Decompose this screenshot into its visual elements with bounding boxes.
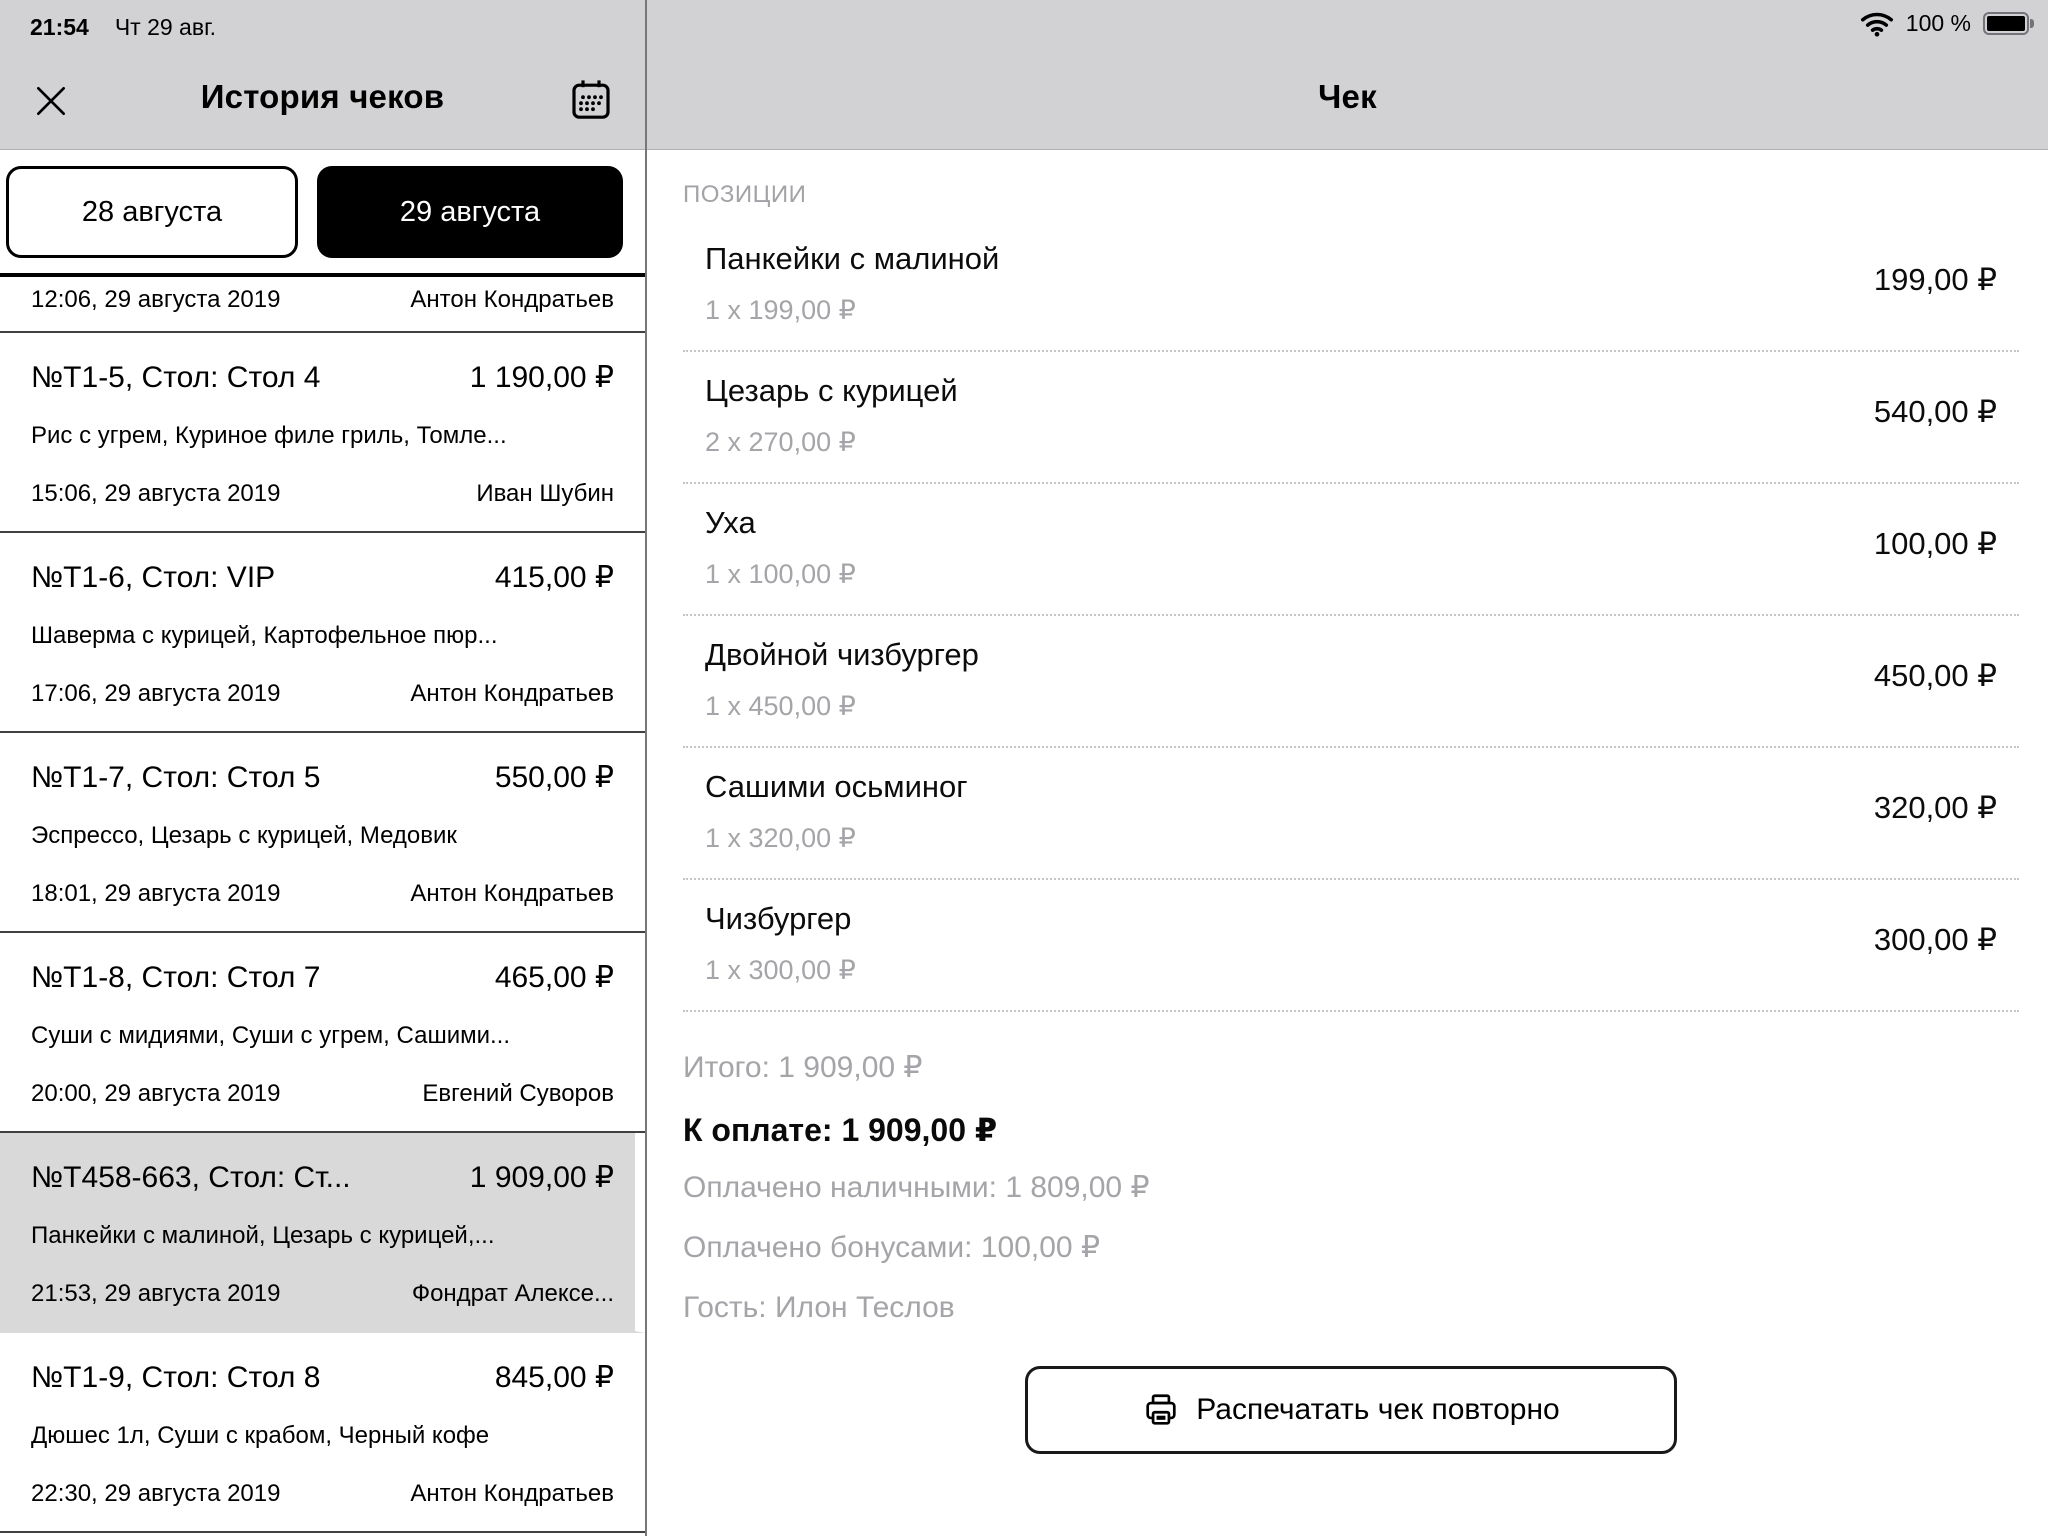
position-price: 300,00 ₽	[1874, 922, 1997, 958]
receipt-items-summary: Эспрессо, Цезарь с курицей, Медовик	[31, 821, 614, 851]
receipt-waiter: Антон Кондратьев	[410, 879, 614, 909]
receipt-items-summary: Шаверма с курицей, Картофельное пюр...	[31, 621, 614, 651]
position-row: Двойной чизбургер 1 x 450,00 ₽ 450,00 ₽	[683, 616, 2019, 748]
position-price: 450,00 ₽	[1874, 658, 1997, 694]
battery-icon	[1983, 12, 2034, 35]
receipt-waiter: Евгений Суворов	[422, 1079, 614, 1109]
receipt-time: 15:06, 29 августа 2019	[31, 479, 280, 509]
date-filter-row: 28 августа 29 августа	[0, 166, 645, 258]
receipt-waiter: Антон Кондратьев	[410, 1479, 614, 1509]
receipt-total: 1 909,00 ₽	[470, 1159, 614, 1197]
receipt-waiter: Антон Кондратьев	[410, 679, 614, 709]
receipt-row-selected[interactable]: №Т458-663, Стол: Ст... 1 909,00 ₽ Панкей…	[0, 1133, 645, 1333]
receipt-number: №Т1-9, Стол: Стол 8	[31, 1359, 320, 1397]
position-name: Чизбургер	[705, 900, 1997, 938]
position-qty: 1 x 199,00 ₽	[705, 294, 1997, 326]
receipt-time: 20:00, 29 августа 2019	[31, 1079, 280, 1109]
status-date: Чт 29 авг.	[115, 14, 216, 41]
status-time: 21:54	[30, 14, 89, 41]
receipt-history-panel: 28 августа 29 августа 12:06, 29 августа …	[0, 150, 645, 1536]
panel-divider	[645, 0, 647, 1536]
total-paid-cash: Оплачено наличными: 1 809,00 ₽	[683, 1170, 2019, 1206]
receipt-items-summary: Панкейки с малиной, Цезарь с курицей,...	[31, 1221, 614, 1251]
receipt-total: 1 190,00 ₽	[470, 359, 614, 397]
status-bar: 21:54 Чт 29 авг. 100 %	[0, 0, 2048, 54]
position-row: Цезарь с курицей 2 x 270,00 ₽ 540,00 ₽	[683, 352, 2019, 484]
receipt-time: 12:06, 29 августа 2019	[31, 285, 280, 315]
position-name: Сашими осьминог	[705, 768, 1997, 806]
receipt-detail-panel: ПОЗИЦИИ Панкейки с малиной 1 x 199,00 ₽ …	[647, 150, 2048, 1536]
position-name: Двойной чизбургер	[705, 636, 1997, 674]
receipt-items-summary: Суши с мидиями, Суши с угрем, Сашими...	[31, 1021, 614, 1051]
receipt-row-partial[interactable]: 12:06, 29 августа 2019 Антон Кондратьев	[0, 277, 645, 333]
calendar-icon[interactable]	[567, 76, 615, 124]
right-nav: Чек	[647, 54, 2048, 149]
receipt-time: 21:53, 29 августа 2019	[31, 1279, 280, 1309]
position-qty: 1 x 300,00 ₽	[705, 954, 1997, 986]
position-qty: 1 x 320,00 ₽	[705, 822, 1997, 854]
receipt-total: 845,00 ₽	[495, 1359, 614, 1397]
receipt-time: 17:06, 29 августа 2019	[31, 679, 280, 709]
receipt-row[interactable]: №Т1-9, Стол: Стол 8 845,00 ₽ Дюшес 1л, С…	[0, 1333, 645, 1533]
print-receipt-label: Распечатать чек повторно	[1196, 1393, 1559, 1427]
receipt-number: №Т458-663, Стол: Ст...	[31, 1159, 351, 1197]
receipt-number: №Т1-7, Стол: Стол 5	[31, 759, 320, 797]
position-qty: 1 x 100,00 ₽	[705, 558, 1997, 590]
receipt-waiter: Фондрат Алексе...	[412, 1279, 614, 1309]
receipt-row[interactable]: №Т1-7, Стол: Стол 5 550,00 ₽ Эспрессо, Ц…	[0, 733, 645, 933]
total-to-pay: К оплате: 1 909,00 ₽	[683, 1110, 2019, 1150]
receipt-time: 18:01, 29 августа 2019	[31, 879, 280, 909]
top-header: 21:54 Чт 29 авг. 100 %	[0, 0, 2048, 150]
positions-section-label: ПОЗИЦИИ	[683, 180, 2019, 210]
position-price: 100,00 ₽	[1874, 526, 1997, 562]
receipt-number: №Т1-6, Стол: VIP	[31, 559, 275, 597]
receipt-total: 415,00 ₽	[495, 559, 614, 597]
positions-list: Панкейки с малиной 1 x 199,00 ₽ 199,00 ₽…	[683, 220, 2019, 1012]
receipt-row[interactable]: №Т1-5, Стол: Стол 4 1 190,00 ₽ Рис с угр…	[0, 333, 645, 533]
date-filter-28[interactable]: 28 августа	[6, 166, 298, 258]
receipt-row[interactable]: №Т1-6, Стол: VIP 415,00 ₽ Шаверма с кури…	[0, 533, 645, 733]
receipt-row[interactable]: №Т1-8, Стол: Стол 7 465,00 ₽ Суши с миди…	[0, 933, 645, 1133]
position-price: 320,00 ₽	[1874, 790, 1997, 826]
print-receipt-button[interactable]: Распечатать чек повторно	[1025, 1366, 1677, 1454]
position-row: Панкейки с малиной 1 x 199,00 ₽ 199,00 ₽	[683, 220, 2019, 352]
total-paid-bonus: Оплачено бонусами: 100,00 ₽	[683, 1230, 2019, 1266]
right-panel-title: Чек	[647, 78, 2048, 116]
position-price: 199,00 ₽	[1874, 262, 1997, 298]
total-subtotal: Итого: 1 909,00 ₽	[683, 1050, 2019, 1086]
receipt-total: 465,00 ₽	[495, 959, 614, 997]
position-qty: 2 x 270,00 ₽	[705, 426, 1997, 458]
receipt-total: 550,00 ₽	[495, 759, 614, 797]
receipt-time: 22:30, 29 августа 2019	[31, 1479, 280, 1509]
receipt-waiter: Антон Кондратьев	[410, 285, 614, 315]
date-filter-29[interactable]: 29 августа	[317, 166, 623, 258]
position-qty: 1 x 450,00 ₽	[705, 690, 1997, 722]
position-row: Уха 1 x 100,00 ₽ 100,00 ₽	[683, 484, 2019, 616]
receipt-totals: Итого: 1 909,00 ₽ К оплате: 1 909,00 ₽ О…	[683, 1050, 2019, 1326]
left-panel-title: История чеков	[0, 78, 645, 116]
receipt-number: №Т1-8, Стол: Стол 7	[31, 959, 320, 997]
guest-name: Гость: Илон Теслов	[683, 1290, 2019, 1326]
receipt-list[interactable]: 12:06, 29 августа 2019 Антон Кондратьев …	[0, 273, 645, 1536]
position-name: Цезарь с курицей	[705, 372, 1997, 410]
left-nav: История чеков	[0, 54, 645, 149]
position-row: Сашими осьминог 1 x 320,00 ₽ 320,00 ₽	[683, 748, 2019, 880]
position-name: Уха	[705, 504, 1997, 542]
position-price: 540,00 ₽	[1874, 394, 1997, 430]
battery-percent: 100 %	[1906, 10, 1971, 37]
receipt-items-summary: Дюшес 1л, Суши с крабом, Черный кофе	[31, 1421, 614, 1451]
wifi-icon	[1860, 11, 1894, 37]
receipt-waiter: Иван Шубин	[476, 479, 614, 509]
printer-icon	[1142, 1391, 1180, 1429]
receipt-items-summary: Рис с угрем, Куриное филе гриль, Томле..…	[31, 421, 614, 451]
position-name: Панкейки с малиной	[705, 240, 1997, 278]
position-row: Чизбургер 1 x 300,00 ₽ 300,00 ₽	[683, 880, 2019, 1012]
receipt-number: №Т1-5, Стол: Стол 4	[31, 359, 320, 397]
